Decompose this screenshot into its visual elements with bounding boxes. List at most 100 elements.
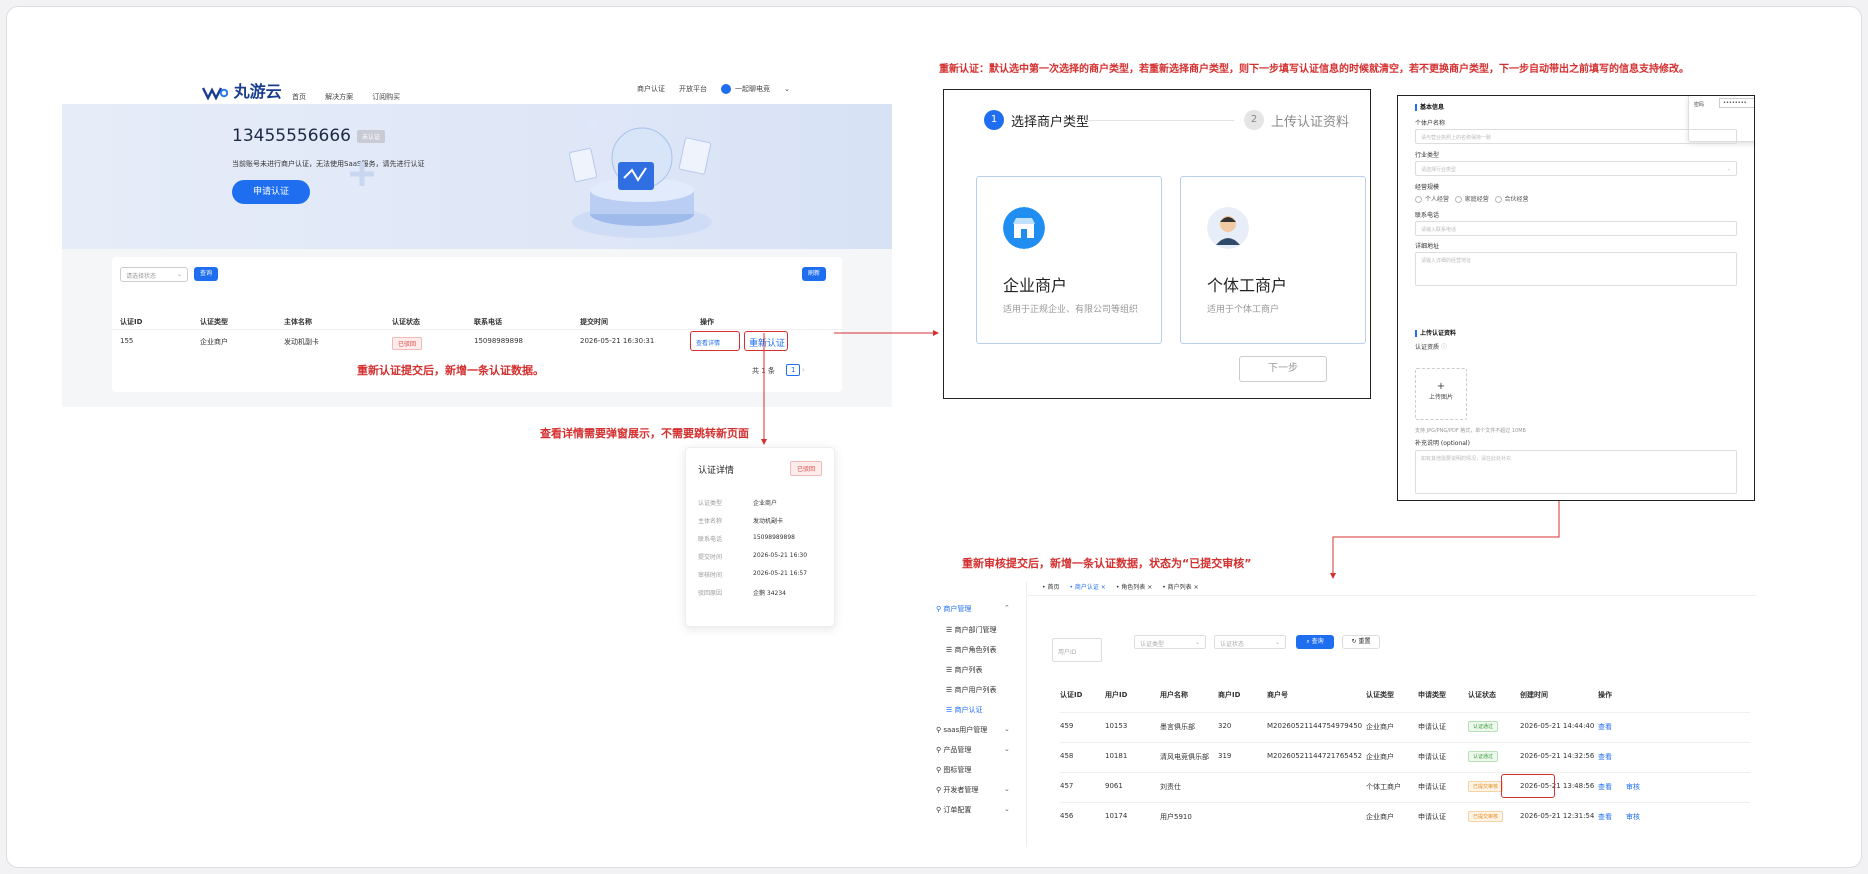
upload-label: 上传图片 (1428, 394, 1453, 401)
table-cell: 用户5910 (1160, 813, 1192, 821)
sidebar-item-label: ☰ 商户角色列表 (946, 646, 997, 654)
auth-status-select[interactable]: 认证状态 ⌄ (1214, 635, 1286, 649)
person-icon (1207, 207, 1249, 249)
select-placeholder: 认证类型 (1140, 641, 1165, 648)
sidebar-item-label: ☰ 商户认证 (946, 706, 983, 714)
sidebar-item[interactable]: ☰ 商户角色列表 (946, 645, 997, 655)
status-badge: 认证通过 (1468, 751, 1499, 762)
business-mode-radios: 个人经营 家庭经营 合伙经营 (1415, 194, 1529, 203)
column-header: 认证状态 (1468, 691, 1496, 699)
column-header: 商户ID (1218, 691, 1241, 699)
detail-value: 2026-05-21 16:30 (753, 552, 808, 559)
table-cell: 456 (1060, 812, 1074, 820)
note-textarea[interactable]: 如有其他需要说明的情况，请在此处补充 (1415, 450, 1737, 494)
address-textarea[interactable]: 请输入详细的经营地址 (1415, 252, 1737, 286)
tab-item[interactable]: • 商户列表 × (1162, 584, 1198, 591)
sidebar-item[interactable]: ⚲ 产品管理 ⌄ (936, 745, 1010, 755)
sidebar-item[interactable]: ⚲ 图标管理 (936, 765, 971, 775)
sidebar-item-label: ⚲ 商户管理 (936, 605, 972, 613)
section-title: 基本信息 (1415, 102, 1444, 111)
password-label: 密码 (1694, 102, 1705, 108)
industry-select[interactable]: 请选择行业类型 ⌄ (1415, 161, 1737, 176)
column-header: 用户名称 (1160, 691, 1188, 699)
status-badge: 认证通过 (1468, 721, 1499, 732)
column-header: 申请类型 (1418, 691, 1446, 699)
detail-row: 驳回原因 企鹅 34234 (698, 588, 786, 597)
radio-option[interactable]: 个人经营 (1415, 196, 1449, 203)
table-cell: 9061 (1105, 782, 1123, 790)
sidebar-item[interactable]: ⚲ 订单配置 ⌄ (936, 805, 1010, 815)
next-button[interactable]: 下一步 (1239, 356, 1327, 382)
card-title: 个体工商户 (1207, 276, 1288, 295)
password-field[interactable]: •••••••• (1719, 98, 1754, 108)
table-cell: 458 (1060, 752, 1074, 760)
radio-option[interactable]: 家庭经营 (1454, 196, 1489, 203)
table-cell: 10153 (1105, 722, 1128, 730)
enterprise-merchant-card[interactable]: 企业商户 适用于正规企业、有限公司等组织 (976, 176, 1162, 344)
column-header: 认证ID (1060, 691, 1083, 699)
chevron-down-icon: ⌄ (1004, 745, 1010, 753)
table-cell: 457 (1060, 782, 1074, 790)
divider (1060, 742, 1750, 743)
individual-merchant-card[interactable]: 个体工商户 适用于个体工商户 (1180, 176, 1366, 344)
admin-console: ⚲ 商户管理 ⌃ ☰ 商户部门管理 ☰ 商户角色列表 ☰ 商户列表 ☰ 商户用户列表 ☰ 商… (932, 582, 1757, 847)
admin-query-button[interactable]: ⌕ 查询 (1296, 635, 1334, 649)
table-cell: 459 (1060, 722, 1074, 730)
step-number: 2 (1244, 110, 1264, 130)
table-cell: 墨言俱乐部 (1160, 723, 1195, 731)
chevron-up-icon: ⌃ (1004, 604, 1010, 612)
tab-item[interactable]: • 角色列表 × (1116, 584, 1152, 591)
audit-link[interactable]: 审核 (1626, 782, 1640, 792)
table-cell: 2026-05-21 14:44:40 (1520, 722, 1595, 730)
detail-row: 认证类型 企业商户 (698, 498, 777, 507)
table-cell: 刘责仕 (1160, 783, 1181, 791)
search-icon: ⌕ (1306, 638, 1310, 645)
radio-label: 合伙经营 (1504, 196, 1529, 203)
view-link[interactable]: 查看 (1598, 722, 1612, 732)
sidebar-item[interactable]: ☰ 商户用户列表 (946, 685, 997, 695)
sidebar-item[interactable]: ☰ 商户列表 (946, 665, 983, 675)
sidebar-item[interactable]: ⚲ 开发者管理 ⌄ (936, 785, 1010, 795)
sidebar: ⚲ 商户管理 ⌃ ☰ 商户部门管理 ☰ 商户角色列表 ☰ 商户列表 ☰ 商户用户列表 ☰ 商… (932, 582, 1027, 847)
select-placeholder: 认证状态 (1220, 641, 1245, 648)
upload-hint: 支持 JPG/PNG/PDF 格式，单个文件不超过 10MB (1415, 428, 1526, 434)
divider (1060, 772, 1750, 773)
sidebar-item-label: ⚲ 图标管理 (936, 766, 972, 774)
radio-option[interactable]: 合伙经营 (1494, 196, 1529, 203)
table-cell: 10174 (1105, 812, 1128, 820)
store-icon (1003, 207, 1045, 249)
table-cell: 2026-05-21 12:31:54 (1520, 812, 1595, 820)
merchant-name-input[interactable]: 请与营业执照上的名称保持一致 (1415, 129, 1737, 144)
merchant-type-step: 1 选择商户类型 2 上传认证资料 企业商户 适用于正规企业、有限公司等组织 个体工… (943, 89, 1371, 399)
step-2: 2 上传认证资料 (1244, 110, 1349, 130)
step-2-label: 上传认证资料 (1271, 114, 1350, 130)
view-link[interactable]: 查看 (1598, 752, 1612, 762)
tab-item[interactable]: • 商户认证 × (1069, 584, 1105, 591)
view-link[interactable]: 查看 (1598, 782, 1612, 792)
detail-value: 15098989898 (753, 534, 795, 541)
auth-type-select[interactable]: 认证类型 ⌄ (1134, 635, 1206, 649)
detail-value: 2026-05-21 16:57 (753, 570, 808, 577)
detail-label: 认证类型 (698, 500, 723, 507)
user-id-input[interactable]: 用户ID (1052, 638, 1102, 662)
contact-input[interactable]: 请输入联系电话 (1415, 221, 1737, 236)
status-badge: 已提交审核 (1468, 781, 1504, 792)
plus-icon: + (1436, 381, 1446, 392)
detail-value: 企鹅 34234 (753, 590, 786, 597)
sidebar-item[interactable]: ⚲ 商户管理 ⌃ (936, 604, 1010, 614)
view-link[interactable]: 查看 (1598, 812, 1612, 822)
top-annotation: 重新认证：默认选中第一次选择的商户类型，若重新选择商户类型，则下一步填写认证信息… (939, 64, 1689, 75)
sidebar-item[interactable]: ☰ 商户部门管理 (946, 625, 997, 635)
audit-link[interactable]: 审核 (1626, 812, 1640, 822)
table-cell: 清风电竞俱乐部 (1160, 753, 1209, 761)
detail-modal: 认证详情 已驳回 认证类型 企业商户 主体名称 发动机副卡 联系电话 15098989… (685, 447, 835, 627)
upload-image-button[interactable]: + 上传图片 (1415, 368, 1467, 420)
card-subtitle: 适用于正规企业、有限公司等组织 (1003, 305, 1139, 315)
tab-item[interactable]: • 首页 (1042, 584, 1059, 591)
radio-label: 个人经营 (1425, 196, 1450, 203)
admin-reset-button[interactable]: ↻ 重置 (1342, 635, 1380, 649)
sidebar-item[interactable]: ☰ 商户认证 (946, 705, 983, 715)
query-label: 查询 (1311, 638, 1324, 645)
detail-label: 驳回原因 (698, 590, 723, 597)
sidebar-item[interactable]: ⚲ saas用户管理 ⌄ (936, 725, 1010, 735)
